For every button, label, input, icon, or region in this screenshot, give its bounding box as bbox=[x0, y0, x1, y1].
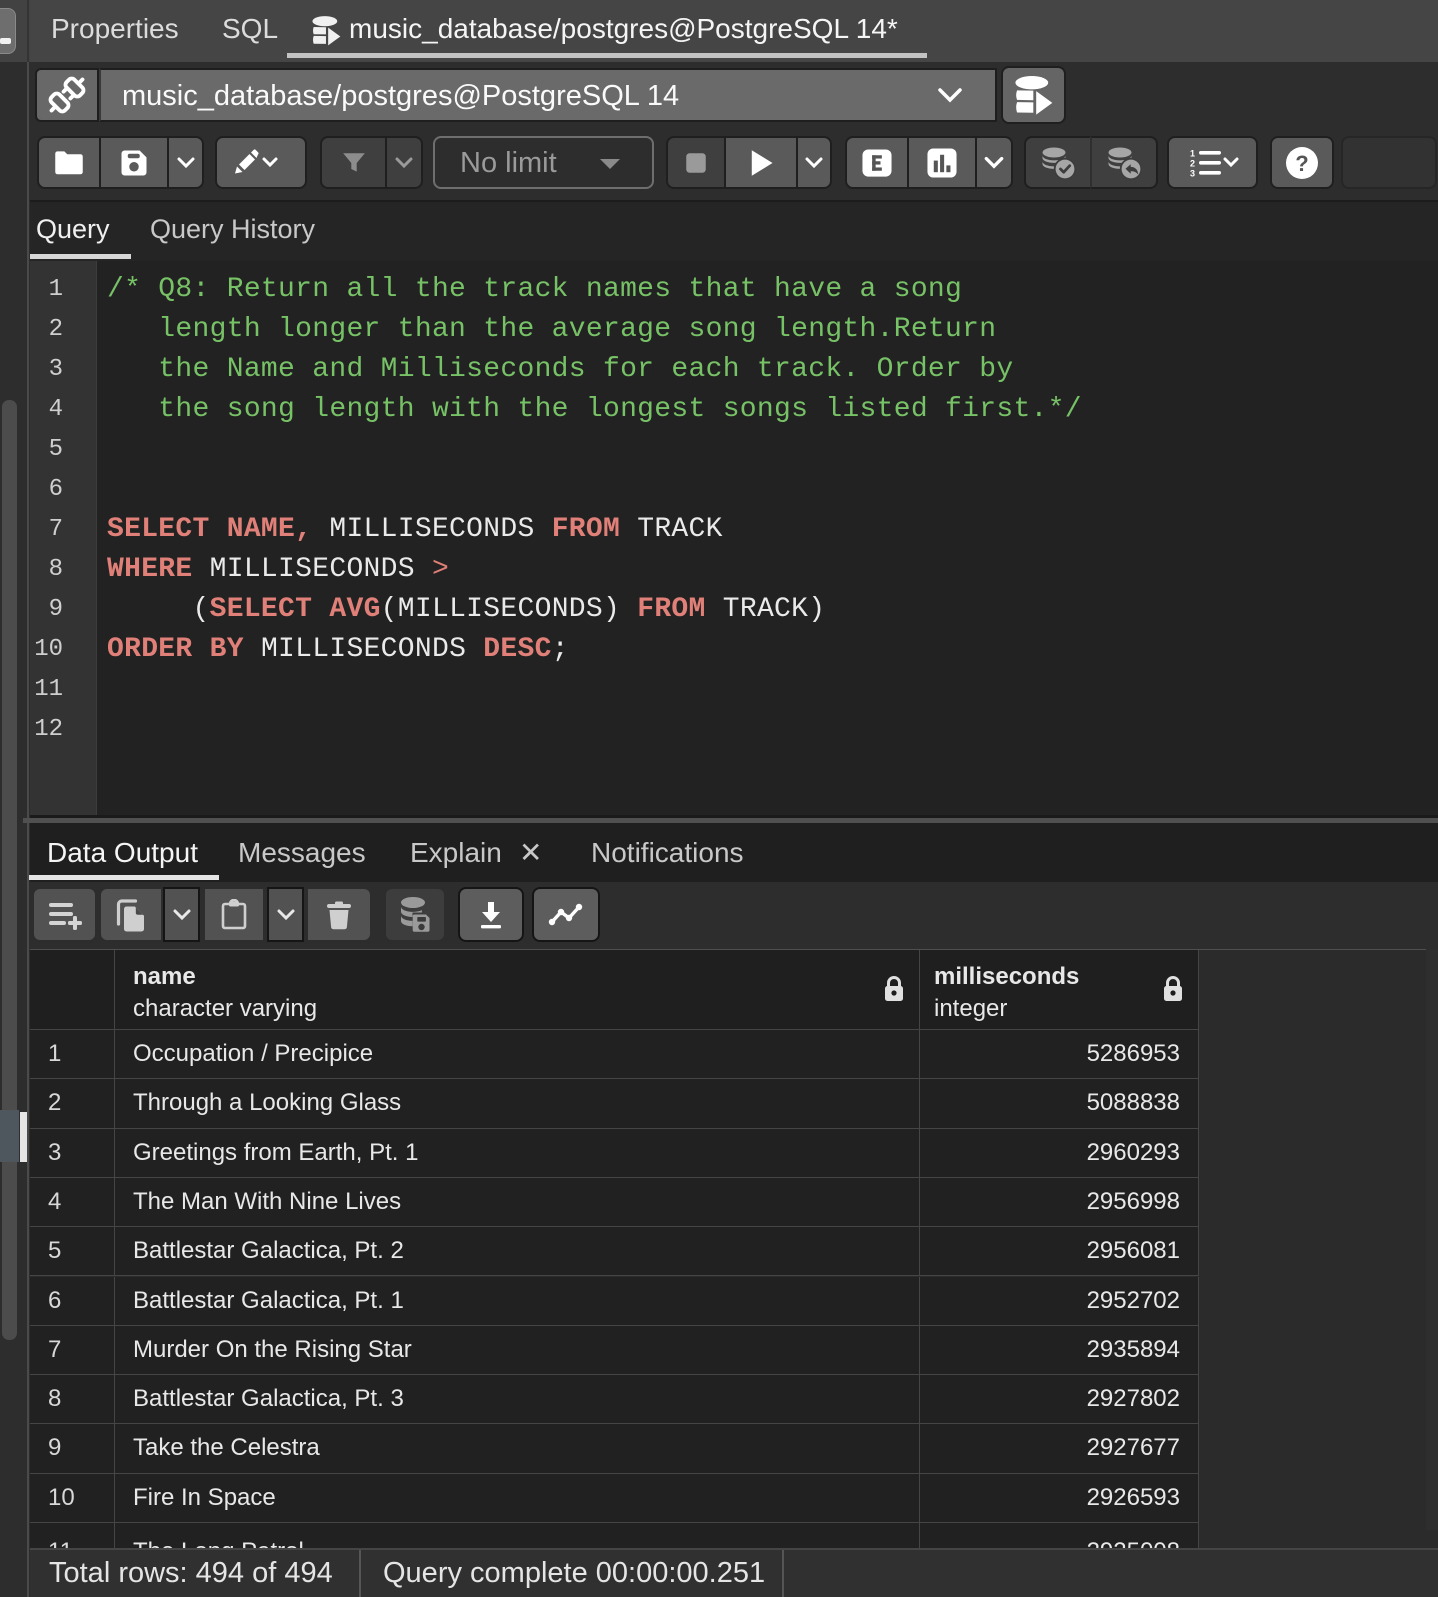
svg-text:?: ? bbox=[1295, 151, 1308, 176]
svg-text:2: 2 bbox=[1190, 158, 1195, 168]
svg-text:3: 3 bbox=[1190, 168, 1195, 178]
svg-text:1: 1 bbox=[1190, 148, 1195, 158]
